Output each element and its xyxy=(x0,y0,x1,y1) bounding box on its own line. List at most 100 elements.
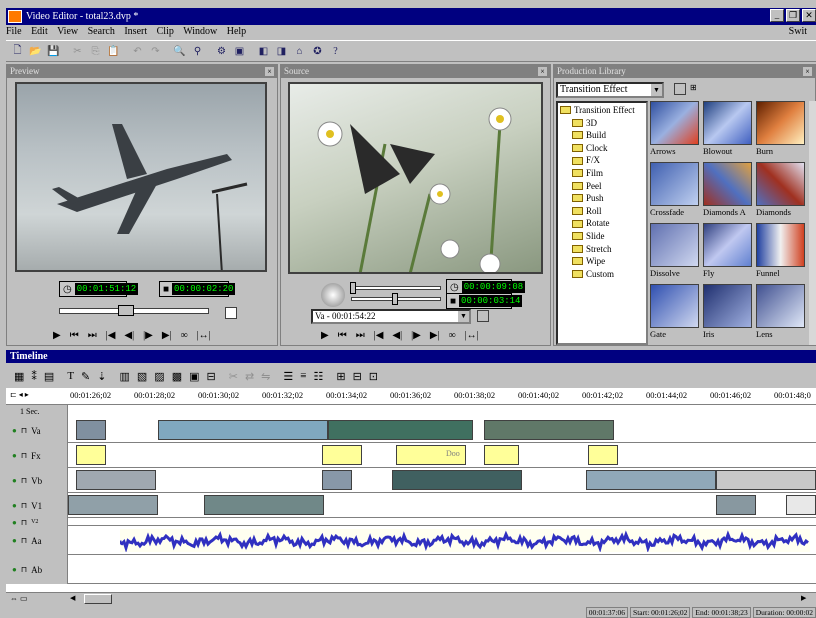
step-back-icon[interactable]: ◀| xyxy=(124,330,134,341)
menu-window[interactable]: Window xyxy=(183,26,217,37)
timeline-clip[interactable] xyxy=(586,470,716,490)
properties-icon[interactable]: ⚙ xyxy=(214,44,229,59)
preview-loop-toggle-icon[interactable] xyxy=(225,307,237,319)
timeline-clip[interactable] xyxy=(328,420,473,440)
tree-item[interactable]: Roll xyxy=(572,205,644,218)
timeline-hscrollbar[interactable]: ⇔ ▭ ◀ ▶ xyxy=(6,592,816,605)
transition-thumb[interactable]: Fly xyxy=(703,223,755,283)
goto-end-icon[interactable]: ▶| xyxy=(430,330,440,341)
chevron-down-icon[interactable]: ▼ xyxy=(458,311,469,322)
track-lock-icon[interactable]: ⊓ xyxy=(21,536,27,545)
menu-file[interactable]: File xyxy=(6,26,22,37)
align-right-icon[interactable]: ☷ xyxy=(313,370,323,383)
transition-thumb[interactable]: Gate xyxy=(650,284,702,344)
timeline-zoom-icon[interactable]: ⇔ ▭ xyxy=(10,594,28,603)
timeline-track[interactable]: ● ⊓ Aa xyxy=(6,526,816,555)
step-back-icon[interactable]: ◀| xyxy=(392,330,402,341)
transition-thumb[interactable]: Lens xyxy=(756,284,808,344)
text-tool-icon[interactable]: T xyxy=(67,370,74,382)
transition-thumb[interactable]: Burn xyxy=(756,101,808,161)
source-settings-icon[interactable] xyxy=(477,310,489,322)
mark-in-icon[interactable]: ⏮ xyxy=(338,330,347,341)
transition-thumb[interactable]: Diamonds A xyxy=(703,162,755,222)
library-thumbnail-icon[interactable]: ⊞ xyxy=(690,83,704,95)
transition-thumb[interactable]: Funnel xyxy=(756,223,808,283)
step-forward-icon[interactable]: |▶ xyxy=(411,330,421,341)
ripple-icon[interactable]: ⇄ xyxy=(245,370,254,383)
timeline-track[interactable]: ● ⊓ Vb xyxy=(6,468,816,493)
redo-icon[interactable]: ↷ xyxy=(148,44,163,59)
timeline-clip[interactable] xyxy=(392,470,522,490)
track-lock-icon[interactable]: ⊓ xyxy=(21,476,27,485)
timeline-clip[interactable] xyxy=(716,470,816,490)
source-position-bar[interactable] xyxy=(351,293,441,305)
color-tool-icon[interactable]: ✎ xyxy=(81,370,90,383)
mark-in-icon[interactable]: ⏮ xyxy=(70,330,79,341)
track-vb-icon[interactable]: ▨ xyxy=(154,370,164,383)
copy-icon[interactable]: ⎘ xyxy=(88,44,103,59)
undo-icon[interactable]: ↶ xyxy=(130,44,145,59)
track-enable-icon[interactable]: ● xyxy=(12,501,17,510)
mark-out-icon[interactable]: ⏭ xyxy=(88,330,97,341)
timeline-clip[interactable] xyxy=(68,495,158,515)
restore-button[interactable]: ❐ xyxy=(786,9,800,22)
timeline-clip[interactable] xyxy=(76,470,156,490)
track-enable-icon[interactable]: ● xyxy=(12,565,17,574)
storyboard-icon[interactable]: ▦ xyxy=(14,370,24,383)
preview-window-icon[interactable]: ◧ xyxy=(256,44,271,59)
track-lock-icon[interactable]: ⊓ xyxy=(21,426,27,435)
timeline-ruler[interactable]: ⊏ ◂ ▸ 00:01:26;02 00:01:28;02 00:01:30;02 0… xyxy=(6,388,816,405)
new-file-icon[interactable]: 🗋 xyxy=(10,44,25,59)
roll-icon[interactable]: ⇋ xyxy=(261,370,270,383)
library-close-icon[interactable]: × xyxy=(803,67,812,76)
source-close-icon[interactable]: × xyxy=(538,67,547,76)
split-icon[interactable]: ⁑ xyxy=(31,370,37,383)
preview-scrub-bar[interactable] xyxy=(59,305,209,316)
transition-thumb[interactable]: Blowout xyxy=(703,101,755,161)
track-enable-icon[interactable]: ● xyxy=(12,536,17,545)
menu-overflow[interactable]: Swit xyxy=(789,25,807,39)
tree-item[interactable]: Wipe xyxy=(572,255,644,268)
timeline-track[interactable]: ● ⊓ Fx Doo xyxy=(6,443,816,468)
source-shuttle-thumb[interactable] xyxy=(350,282,356,294)
mark-out-icon[interactable]: ⏭ xyxy=(356,330,365,341)
open-folder-icon[interactable]: 📂 xyxy=(28,44,43,59)
timeline-clip[interactable] xyxy=(322,470,352,490)
timeline-track[interactable]: ● ⊓ Ab xyxy=(6,555,816,584)
menu-help[interactable]: Help xyxy=(227,26,246,37)
track-lock-icon[interactable]: ⊓ xyxy=(21,451,27,460)
ruler-nav-icon[interactable]: ⊏ ◂ ▸ xyxy=(10,390,29,399)
audio-waveform[interactable] xyxy=(120,529,810,552)
scroll-left-icon[interactable]: ◀ xyxy=(70,594,80,604)
goto-start-icon[interactable]: |◀ xyxy=(106,330,116,341)
menu-clip[interactable]: Clip xyxy=(157,26,174,37)
timeline-track[interactable]: ● ⊓ Va xyxy=(6,418,816,443)
find-icon[interactable]: 🔍 xyxy=(172,44,187,59)
preview-close-icon[interactable]: × xyxy=(265,67,274,76)
timeline-clip[interactable] xyxy=(716,495,756,515)
menu-search[interactable]: Search xyxy=(88,26,115,37)
save-icon[interactable]: 💾 xyxy=(46,44,61,59)
track-lock-icon[interactable]: ⊓ xyxy=(21,501,27,510)
tree-item[interactable]: 3D xyxy=(572,117,644,130)
fit-icon[interactable]: ⊡ xyxy=(369,370,378,383)
insert-track-icon[interactable]: ▩ xyxy=(172,370,182,383)
tree-item[interactable]: Slide xyxy=(572,230,644,243)
scroll-thumb[interactable] xyxy=(84,594,112,604)
wizard-icon[interactable]: ✪ xyxy=(310,44,325,59)
timeline-clip[interactable] xyxy=(76,420,106,440)
loop-icon[interactable]: ∞ xyxy=(449,330,456,341)
in-out-icon[interactable]: |↔| xyxy=(197,330,211,341)
tree-root[interactable]: Transition Effect xyxy=(560,104,644,117)
timeline-track[interactable]: ● ⊓ V1 xyxy=(6,493,816,518)
library-category-select[interactable]: Transition Effect ▼ xyxy=(556,82,664,98)
align-center-icon[interactable]: ≡ xyxy=(300,370,306,382)
tree-item[interactable]: Rotate xyxy=(572,217,644,230)
timeline-clip[interactable] xyxy=(588,445,618,465)
library-scrollbar[interactable] xyxy=(809,101,816,345)
transition-thumb[interactable]: Crossfade xyxy=(650,162,702,222)
library-view-icon[interactable] xyxy=(674,83,686,95)
marker-icon[interactable]: ⇣ xyxy=(97,370,106,383)
in-out-icon[interactable]: |↔| xyxy=(465,330,479,341)
context-help-icon[interactable]: ? xyxy=(328,44,343,59)
